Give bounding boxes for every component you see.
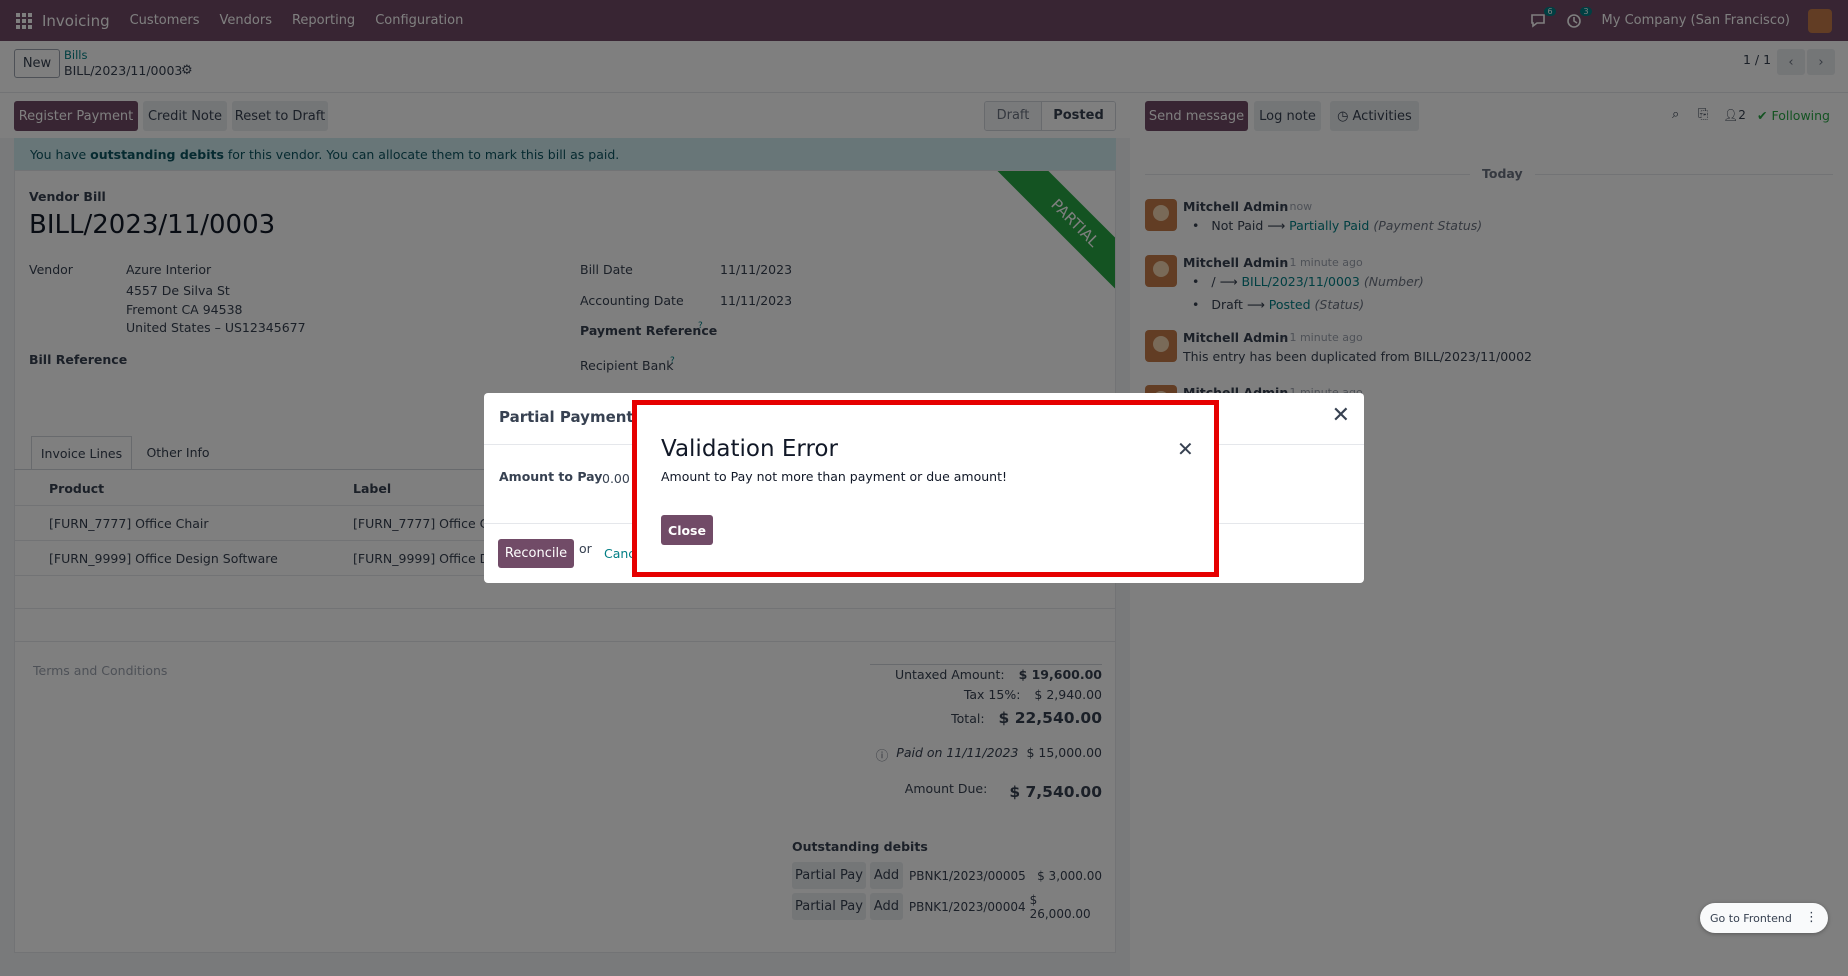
error-title: Validation Error — [661, 436, 838, 462]
cancel-link[interactable]: Canc — [604, 546, 635, 561]
go-to-frontend-button[interactable]: Go to Frontend — [1710, 912, 1792, 925]
validation-error-dialog: Validation Error ✕ Amount to Pay not mor… — [632, 400, 1219, 577]
error-message: Amount to Pay not more than payment or d… — [661, 469, 1007, 484]
amount-to-pay-input[interactable]: 0.00 — [602, 471, 630, 486]
reconcile-button[interactable]: Reconcile — [498, 539, 574, 568]
more-options-icon[interactable]: ⋮ — [1805, 910, 1818, 925]
amount-to-pay-label: Amount to Pay — [499, 469, 603, 484]
close-button[interactable]: Close — [661, 515, 713, 545]
or-text: or — [579, 541, 592, 556]
go-to-frontend: Go to Frontend ⋮ — [1700, 903, 1828, 933]
partial-dialog-close-icon[interactable]: ✕ — [1332, 403, 1350, 428]
close-icon[interactable]: ✕ — [1177, 437, 1194, 461]
